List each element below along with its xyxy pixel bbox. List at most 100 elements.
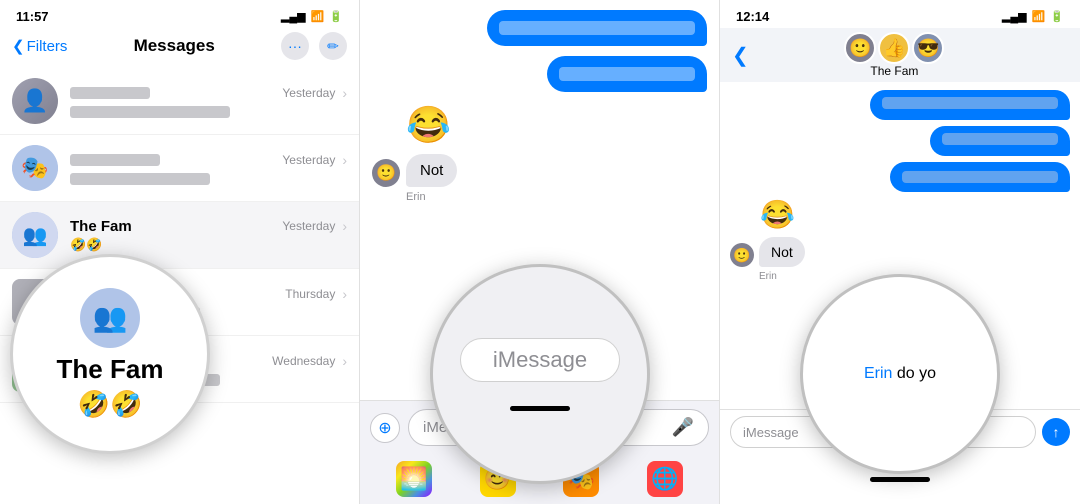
mag3-rest-text: do yo: [892, 365, 936, 382]
msg-name-2: [70, 151, 160, 168]
back-button-3[interactable]: ❮: [732, 43, 749, 68]
blurred-name-2: [70, 154, 160, 166]
p3-avatar-small: 🙂: [730, 243, 754, 267]
avatar-row: 🙂 👍 😎: [844, 32, 944, 64]
blurred-preview-1: [70, 106, 230, 118]
status-icons-3: ▂▄▆ 📶 🔋: [1002, 10, 1064, 23]
home-indicator-2: [510, 406, 570, 411]
chat-bubble-not: Not: [406, 154, 457, 187]
p3-blur-bubble-1: [870, 90, 1070, 120]
message-item-2[interactable]: 🎭 Yesterday ›: [0, 135, 359, 202]
signal-icon: ▂▄▆: [281, 10, 306, 23]
mag-fam-title: The Fam: [57, 354, 164, 385]
message-item-the-fam[interactable]: 👥 The Fam Yesterday › 🤣🤣: [0, 202, 359, 269]
chevron-icon-2: ›: [342, 152, 347, 168]
group-avatars: 🙂 👍 😎 The Fam: [844, 32, 944, 78]
group-avatar-1: 🙂: [844, 32, 876, 64]
compose-button[interactable]: ✏: [319, 32, 347, 60]
blur-inner-2: [559, 67, 695, 81]
msg-name-row-1: Yesterday ›: [70, 84, 347, 101]
msg-content-fam: The Fam Yesterday › 🤣🤣: [70, 218, 347, 253]
avatar-emoji-2: 🎭: [12, 145, 58, 191]
chevron-icon-4: ›: [342, 286, 347, 302]
group-avatar-3: 😎: [912, 32, 944, 64]
chat-row-not: 🙂 Not: [372, 154, 707, 187]
group-nav-bar: ❮ 🙂 👍 😎 The Fam: [720, 28, 1080, 82]
mag2-inner: iMessage: [433, 267, 647, 481]
avatar-2: 🎭: [12, 145, 58, 191]
mag3-erin-text: Erin: [864, 365, 892, 382]
magnifier-circle-2: iMessage: [430, 264, 650, 484]
status-bar-3: 12:14 ▂▄▆ 📶 🔋: [720, 0, 1080, 28]
p3-blur-bubble-3: [890, 162, 1070, 192]
blur-bubble-top-2: [547, 56, 707, 92]
magnifier-content-1: 👥 The Fam 🤣🤣: [57, 288, 164, 420]
msg-preview-fam: 🤣🤣: [70, 237, 347, 253]
msg-content-2: Yesterday ›: [70, 151, 347, 185]
msg-name-row-fam: The Fam Yesterday ›: [70, 218, 347, 235]
chevron-icon-1: ›: [342, 85, 347, 101]
chat-sender-erin: Erin: [406, 191, 707, 203]
group-name: The Fam: [870, 64, 918, 78]
blurred-preview-2: [70, 173, 210, 185]
msg-preview-1: [70, 103, 347, 118]
audio-icon: 🎤: [672, 417, 694, 438]
msg-preview-2: [70, 170, 347, 185]
p3-bubble-not: Not: [759, 237, 805, 267]
chat-avatar-left: 🙂: [372, 159, 400, 187]
mag-fam-emoji: 🤣🤣: [57, 389, 164, 420]
mag2-input-field: iMessage: [460, 338, 620, 382]
p3-blur-bubble-2: [930, 126, 1070, 156]
send-button-3[interactable]: ↑: [1042, 418, 1070, 446]
msg-time-2: Yesterday ›: [282, 152, 347, 168]
status-time-1: 11:57: [16, 9, 49, 24]
blur-inner-1: [499, 21, 695, 35]
home-indicator-3: [870, 477, 930, 482]
chat-panel: 😂 🙂 Not Erin ⊕ iMessage 🎤 🌅 😊 🎭 🌐 iMessa…: [360, 0, 720, 504]
chevron-icon-5: ›: [342, 353, 347, 369]
magnifier-circle-1: 👥 The Fam 🤣🤣: [10, 254, 210, 454]
imessage-label: iMessage: [493, 347, 587, 372]
p3-blur-2: [942, 133, 1058, 145]
p3-laugh-emoji: 😂: [760, 198, 1070, 231]
blur-bubble-top-1: [487, 10, 707, 46]
apps-button[interactable]: ⊕: [370, 413, 400, 443]
p3-not-wrap: 🙂 Not: [730, 237, 1070, 267]
avatar-emoji-fam: 👥: [12, 212, 58, 258]
message-item-1[interactable]: 👤 Yesterday ›: [0, 68, 359, 135]
signal-icon-3: ▂▄▆: [1002, 10, 1027, 23]
chevron-left-icon: ❮: [12, 37, 25, 55]
chat-top-area: 😂 🙂 Not Erin: [360, 0, 719, 203]
battery-icon: 🔋: [329, 10, 343, 23]
avatar-person-1: 👤: [12, 78, 58, 124]
back-label-1: Filters: [27, 38, 68, 55]
wifi-icon-3: 📶: [1032, 10, 1046, 23]
mag3-text: Erin do yo: [864, 365, 936, 383]
status-time-3: 12:14: [736, 9, 769, 24]
msg-content-1: Yesterday ›: [70, 84, 347, 118]
mag-avatar-1: 👥: [80, 288, 140, 348]
back-button-1[interactable]: ❮ Filters: [12, 37, 67, 55]
laugh-emoji: 😂: [406, 104, 707, 146]
msg-time-fam: Yesterday ›: [282, 218, 347, 234]
p3-blur-3: [902, 171, 1058, 183]
messages-list-panel: 11:57 ▂▄▆ 📶 🔋 ❮ Filters Messages ··· ✏ 👤: [0, 0, 360, 504]
msg-name-1: [70, 84, 150, 101]
group-avatar-2: 👍: [878, 32, 910, 64]
photos-tray-icon[interactable]: 🌅: [396, 461, 432, 497]
nav-title-1: Messages: [134, 36, 215, 56]
nav-icons-1: ··· ✏: [281, 32, 347, 60]
status-icons-1: ▂▄▆ 📶 🔋: [281, 10, 343, 23]
more-button[interactable]: ···: [281, 32, 309, 60]
blurred-name-1: [70, 87, 150, 99]
msg-time-4: Thursday ›: [285, 286, 347, 302]
magnifier-circle-3: Erin do yo: [800, 274, 1000, 474]
p3-blur-1: [882, 97, 1058, 109]
wifi-icon: 📶: [311, 10, 325, 23]
battery-icon-3: 🔋: [1050, 10, 1064, 23]
chevron-icon-fam: ›: [342, 218, 347, 234]
avatar-1: 👤: [12, 78, 58, 124]
msg-name-fam: The Fam: [70, 218, 132, 235]
other-tray-icon[interactable]: 🌐: [647, 461, 683, 497]
avatar-the-fam: 👥: [12, 212, 58, 258]
